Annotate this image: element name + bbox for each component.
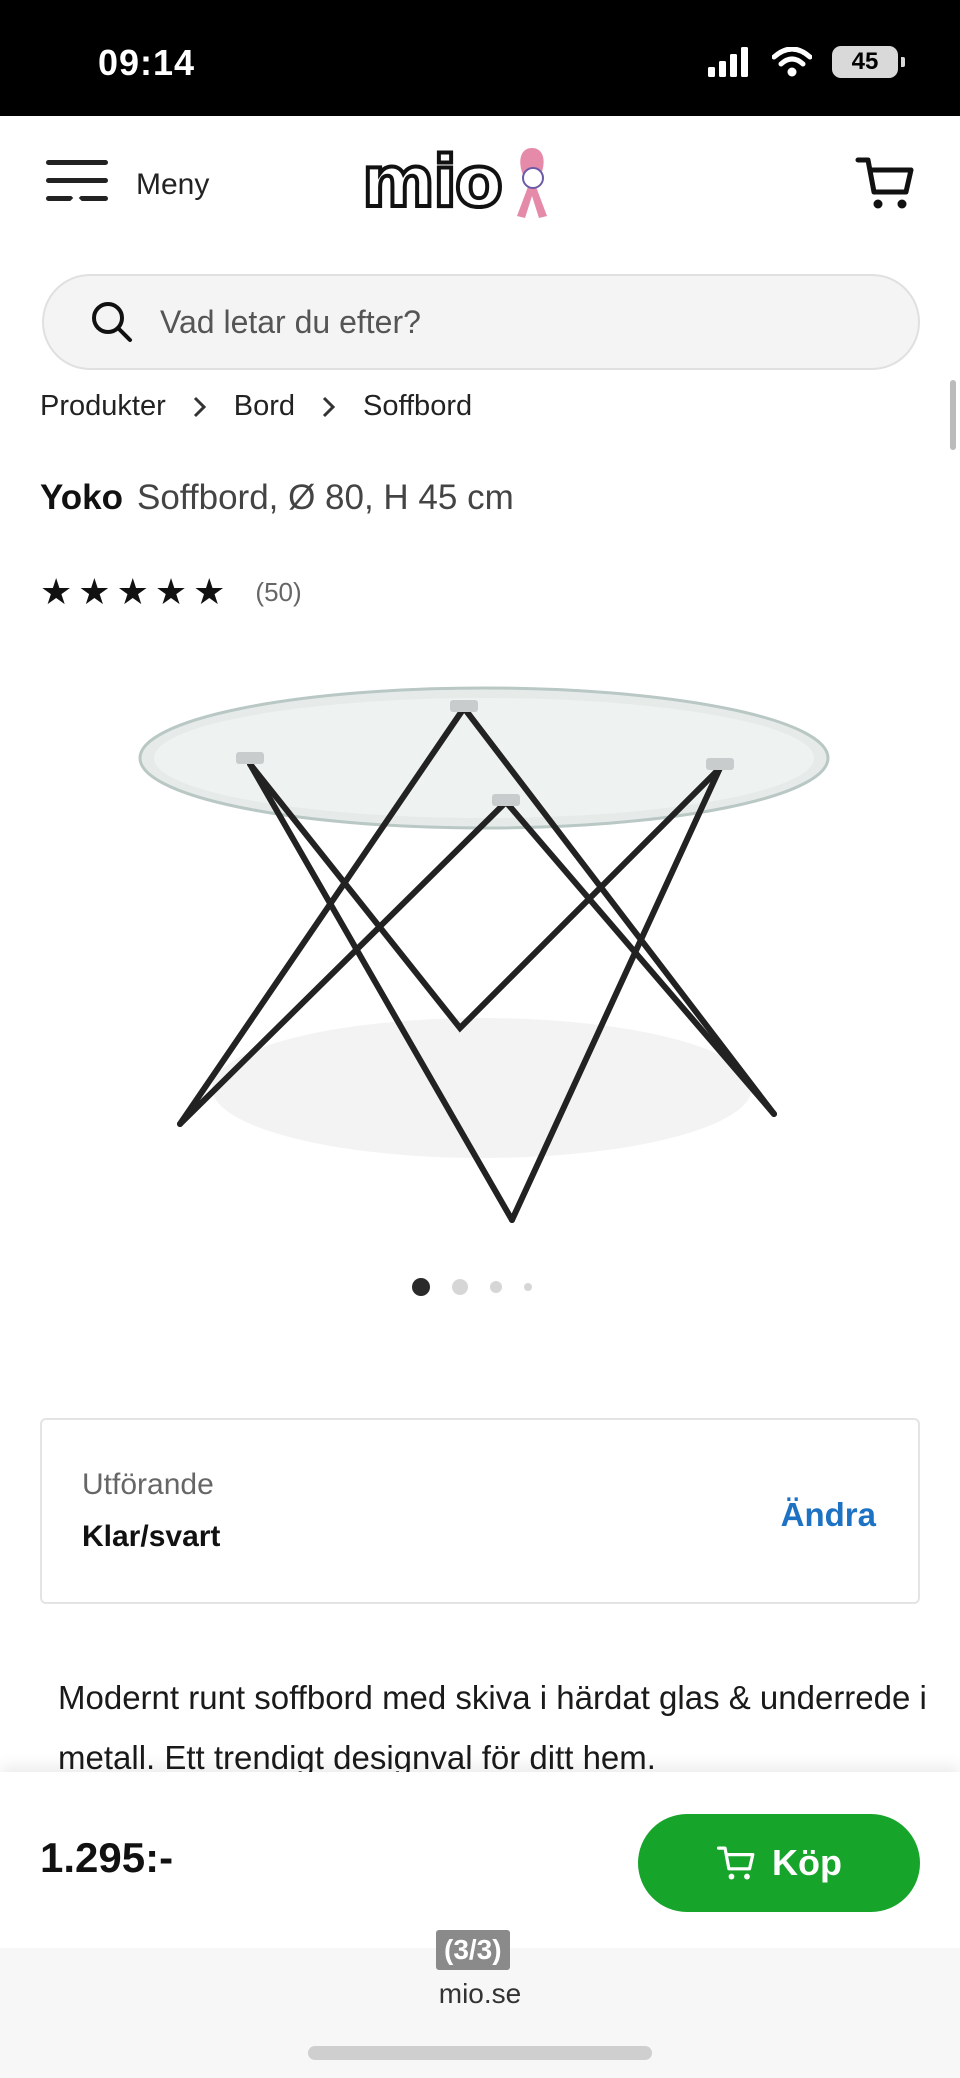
product-title: Yoko Soffbord, Ø 80, H 45 cm bbox=[40, 478, 514, 518]
breadcrumb-link-produkter[interactable]: Produkter bbox=[40, 390, 166, 423]
search-placeholder: Vad letar du efter? bbox=[160, 303, 421, 340]
hamburger-menu-icon bbox=[46, 160, 108, 212]
carousel-dot-active[interactable] bbox=[412, 1278, 430, 1296]
cart-icon bbox=[716, 1846, 755, 1880]
chevron-right-icon bbox=[193, 396, 206, 417]
mio-logo[interactable]: mio bbox=[360, 141, 557, 223]
menu-button[interactable]: Meny bbox=[44, 156, 209, 214]
star-icon: ★ bbox=[154, 571, 188, 612]
page-counter: (3/3) bbox=[436, 1930, 510, 1970]
product-rating[interactable]: ★ ★ ★ ★ ★ (50) bbox=[40, 574, 302, 610]
status-time: 09:14 bbox=[98, 42, 196, 83]
signal-icon bbox=[708, 47, 748, 77]
status-bar: 09:14 45 bbox=[0, 0, 960, 116]
product-brand: Yoko bbox=[40, 478, 123, 517]
scrollbar[interactable] bbox=[950, 380, 956, 450]
chevron-right-icon bbox=[322, 396, 336, 417]
home-indicator[interactable] bbox=[308, 2046, 652, 2060]
buy-button[interactable]: Köp bbox=[638, 1814, 920, 1912]
battery-level: 45 bbox=[851, 48, 879, 75]
search-input[interactable]: Vad letar du efter? bbox=[42, 274, 920, 370]
star-icon: ★ bbox=[116, 571, 149, 612]
cart-button[interactable] bbox=[854, 152, 916, 219]
logo-text: mio bbox=[360, 141, 505, 223]
variant-selector[interactable]: Utförande Klar/svart Ändra bbox=[40, 1418, 920, 1604]
star-icon: ★ bbox=[193, 571, 226, 612]
cart-icon bbox=[855, 157, 914, 209]
browser-domain[interactable]: mio.se bbox=[0, 1978, 960, 2010]
menu-label: Meny bbox=[136, 168, 210, 201]
star-icon: ★ bbox=[40, 571, 73, 612]
carousel-dot[interactable] bbox=[524, 1283, 532, 1291]
product-subtitle: Soffbord, Ø 80, H 45 cm bbox=[136, 478, 514, 517]
breadcrumb-link-bord[interactable]: Bord bbox=[234, 390, 295, 423]
buy-bar: 1.295:- Köp bbox=[0, 1772, 960, 1948]
review-count: (50) bbox=[255, 576, 302, 607]
search-icon bbox=[92, 302, 132, 342]
variant-label: Utförande bbox=[82, 1468, 214, 1501]
buy-button-label: Köp bbox=[772, 1842, 842, 1883]
carousel-dot[interactable] bbox=[490, 1281, 502, 1293]
product-description: Modernt runt soffbord med skiva i härdat… bbox=[58, 1679, 927, 1776]
product-image[interactable] bbox=[120, 668, 840, 1248]
wifi-icon bbox=[772, 47, 812, 77]
change-variant-link[interactable]: Ändra bbox=[781, 1496, 876, 1534]
breadcrumb: Produkter Bord Soffbord bbox=[40, 390, 472, 423]
star-icon: ★ bbox=[78, 571, 111, 612]
variant-value: Klar/svart bbox=[82, 1520, 221, 1553]
breadcrumb-link-soffbord[interactable]: Soffbord bbox=[363, 390, 472, 423]
site-header: Meny mio bbox=[0, 116, 960, 256]
product-price: 1.295:- bbox=[40, 1834, 174, 1881]
carousel-dots bbox=[412, 1278, 532, 1296]
battery-icon: 45 bbox=[832, 46, 905, 78]
pink-ribbon-icon bbox=[517, 148, 548, 218]
status-icons: 45 bbox=[706, 46, 905, 78]
carousel-dot[interactable] bbox=[452, 1279, 468, 1295]
